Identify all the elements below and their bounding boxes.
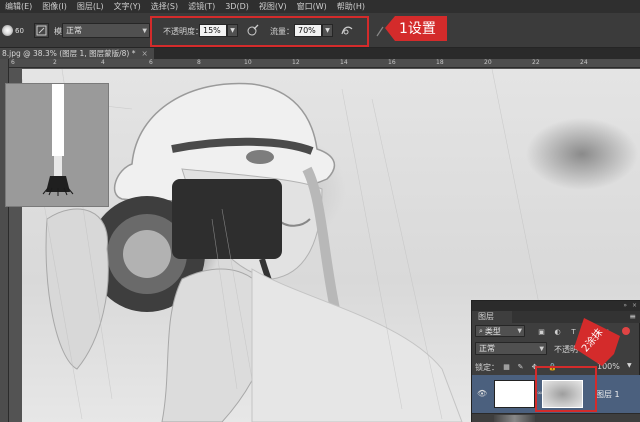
- collapse-icon[interactable]: »: [623, 302, 627, 309]
- flow-slider-toggle[interactable]: ▼: [322, 24, 333, 37]
- tab-layers[interactable]: 图层: [472, 311, 512, 323]
- photoshop-window: 编辑(E) 图像(I) 图层(L) 文字(Y) 选择(S) 滤镜(T) 3D(D…: [0, 0, 640, 422]
- menu-3d[interactable]: 3D(D): [220, 2, 254, 11]
- mode-value: 正常: [66, 26, 82, 35]
- filter-toggle[interactable]: [622, 327, 630, 335]
- ruler-label: 6: [11, 59, 15, 66]
- annotation-step2: 2涂抹: [574, 318, 620, 366]
- ruler-label: 8: [197, 59, 201, 66]
- menu-view[interactable]: 视图(V): [254, 1, 292, 12]
- annotation-step1-text: 1设置: [399, 21, 436, 37]
- pen-pressure-icon: [247, 24, 259, 36]
- brush-panel-toggle[interactable]: [34, 23, 49, 38]
- flow-value: 70%: [298, 26, 316, 35]
- paint-brush-icon: [42, 84, 74, 196]
- panel-menu-icon[interactable]: ≡: [629, 312, 636, 321]
- close-icon[interactable]: ×: [632, 302, 637, 309]
- brush-panel-icon: [36, 25, 47, 36]
- layer-name[interactable]: 图层 1: [596, 389, 620, 400]
- chevron-down-icon[interactable]: ▼: [627, 362, 632, 369]
- close-icon[interactable]: ×: [141, 49, 147, 58]
- flow-field[interactable]: 70%: [294, 24, 322, 37]
- chevron-down-icon: ▼: [325, 27, 330, 34]
- flow-label: 流量：: [270, 27, 294, 36]
- layers-panel-header[interactable]: » ×: [472, 301, 640, 311]
- annotation-step1: 1设置: [385, 12, 447, 45]
- brush-size-value: 60: [15, 26, 24, 35]
- filter-type-dropdown[interactable]: ⌕ 类型 ▼: [475, 325, 525, 337]
- menu-window[interactable]: 窗口(W): [292, 1, 332, 12]
- opacity-value: 15%: [203, 26, 221, 35]
- menu-edit[interactable]: 编辑(E): [0, 1, 37, 12]
- menu-image[interactable]: 图像(I): [37, 1, 72, 12]
- layer-thumbnail[interactable]: [494, 380, 535, 408]
- ruler-label: 22: [532, 59, 540, 66]
- filter-type-value: 类型: [484, 326, 501, 336]
- options-bar: 60 模式： 正常 ▼ 不透明度： 15% ▼ 流量： 70% ▼: [0, 13, 640, 48]
- blend-mode-value: 正常: [479, 344, 495, 353]
- opacity-field[interactable]: 15%: [199, 24, 227, 37]
- filter-adjustment-icon[interactable]: ◐: [553, 327, 562, 336]
- ruler-label: 12: [292, 59, 300, 66]
- blend-mode-dropdown[interactable]: 正常 ▼: [475, 342, 547, 355]
- ruler-label: 16: [388, 59, 396, 66]
- document-tab-title: 8.jpg @ 38.3% (图层 1, 图层蒙版/8) *: [2, 49, 136, 58]
- airbrush-button[interactable]: [338, 22, 355, 39]
- opacity-label: 不透明度：: [163, 27, 203, 36]
- brush-tip-icon: [2, 25, 13, 36]
- ruler-label: 10: [244, 59, 252, 66]
- opacity-slider-toggle[interactable]: ▼: [227, 24, 238, 37]
- lock-label: 锁定：: [475, 363, 499, 372]
- background-thumbnail: [494, 415, 535, 422]
- layer-row-background[interactable]: [472, 413, 640, 422]
- chevron-down-icon: ▼: [230, 27, 235, 34]
- document-tab[interactable]: 8.jpg @ 38.3% (图层 1, 图层蒙版/8) * ×: [0, 48, 154, 59]
- ruler-label: 24: [580, 59, 588, 66]
- chevron-down-icon: ▼: [142, 27, 147, 34]
- chevron-down-icon: ▼: [517, 327, 522, 335]
- document-tab-bar: 8.jpg @ 38.3% (图层 1, 图层蒙版/8) * ×: [0, 48, 640, 59]
- ruler-label: 2: [53, 59, 57, 66]
- filter-pixel-icon[interactable]: ▣: [537, 327, 546, 336]
- mode-dropdown[interactable]: 正常 ▼: [62, 23, 150, 38]
- ruler-label: 20: [484, 59, 492, 66]
- highlight-mask-box: [535, 366, 597, 412]
- search-icon: ⌕: [479, 326, 483, 335]
- menu-help[interactable]: 帮助(H): [332, 1, 370, 12]
- menu-type[interactable]: 文字(Y): [109, 1, 146, 12]
- tablet-pen-icon: [376, 26, 384, 36]
- menu-layer[interactable]: 图层(L): [72, 1, 109, 12]
- ruler-label: 14: [340, 59, 348, 66]
- ruler-label: 4: [101, 59, 105, 66]
- brush-preset-picker[interactable]: 60: [2, 22, 30, 39]
- ruler-label: 6: [149, 59, 153, 66]
- chevron-down-icon: ▼: [539, 345, 544, 352]
- menu-filter[interactable]: 滤镜(T): [183, 1, 220, 12]
- brush-preview: [5, 83, 109, 207]
- pressure-opacity-button[interactable]: [244, 22, 261, 39]
- lock-image-brush-icon[interactable]: ✎: [516, 362, 525, 371]
- ruler-label: 18: [436, 59, 444, 66]
- menu-bar: 编辑(E) 图像(I) 图层(L) 文字(Y) 选择(S) 滤镜(T) 3D(D…: [0, 0, 640, 13]
- eye-icon[interactable]: 👁: [477, 389, 487, 398]
- airbrush-icon: [340, 26, 352, 35]
- menu-select[interactable]: 选择(S): [146, 1, 183, 12]
- horizontal-ruler: 6 2 4 6 8 10 12 14 16 18 20 22 24: [9, 59, 640, 68]
- lock-transparent-icon[interactable]: ▦: [502, 362, 511, 371]
